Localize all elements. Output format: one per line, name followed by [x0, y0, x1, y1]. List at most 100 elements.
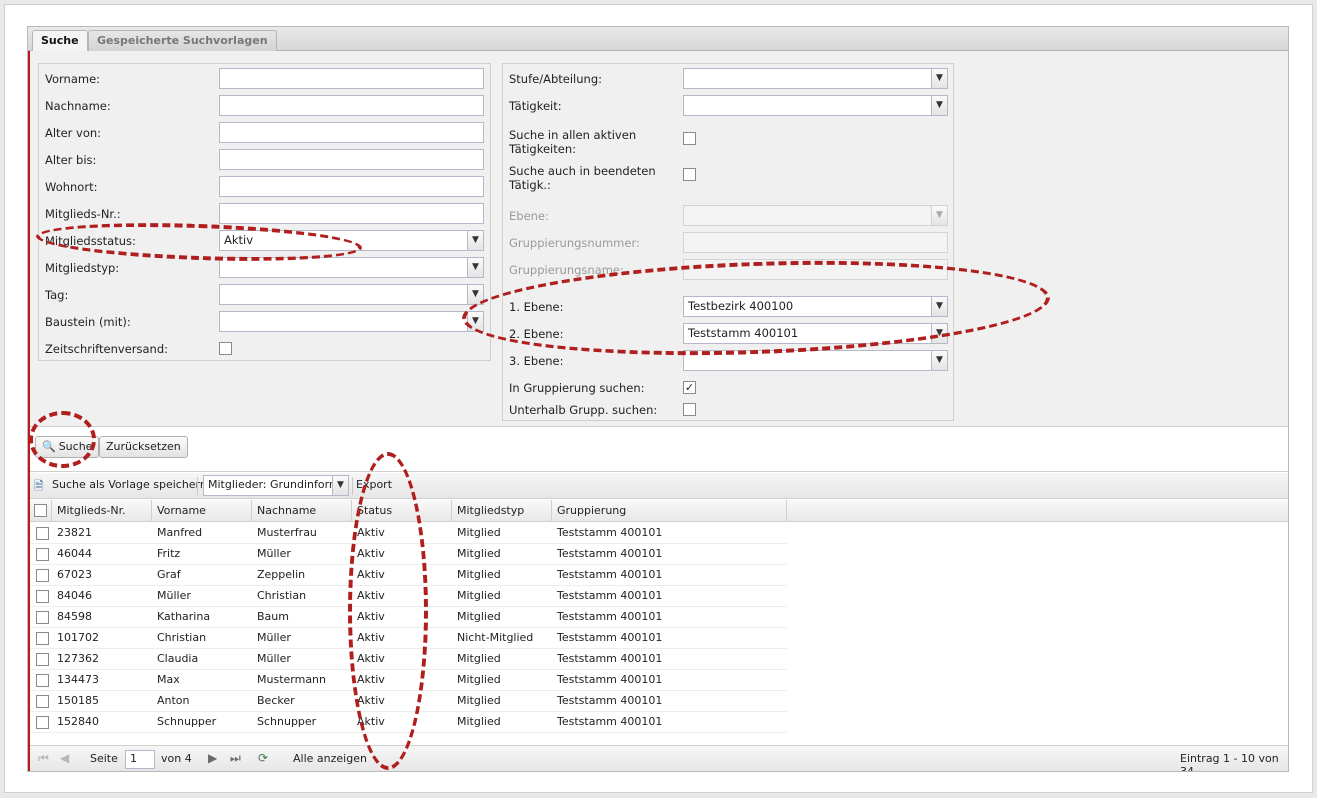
- row-checkbox[interactable]: [36, 674, 49, 687]
- tag-label: Tag:: [45, 288, 69, 302]
- table-row[interactable]: 84046 Müller Christian Aktiv Mitglied Teststa…: [30, 586, 787, 607]
- save-template-icon[interactable]: 🗎: [34, 477, 44, 498]
- cell-mitgliedstyp: Mitglied: [457, 673, 501, 686]
- unterhalb-checkbox[interactable]: [683, 403, 696, 416]
- search-form: Vorname: Nachname: Alter von: Alter bis:…: [30, 51, 1288, 427]
- last-page-icon[interactable]: ⏭: [230, 751, 241, 766]
- chevron-down-icon[interactable]: ▼: [467, 312, 483, 331]
- ebene1-select[interactable]: Testbezirk 400100 ▼: [683, 296, 948, 317]
- page-number-input[interactable]: 1: [125, 750, 155, 769]
- alle-aktiven-checkbox[interactable]: [683, 132, 696, 145]
- in-gruppierung-checkbox[interactable]: ✓: [683, 381, 696, 394]
- cell-nachname: Christian: [257, 589, 307, 602]
- tab-suche[interactable]: Suche: [32, 30, 88, 52]
- column-header-mitglieds-nr[interactable]: Mitglieds-Nr.: [52, 500, 152, 522]
- tab-gespeicherte-suchvorlagen[interactable]: Gespeicherte Suchvorlagen: [88, 30, 277, 51]
- seite-label: Seite: [90, 752, 118, 765]
- row-checkbox[interactable]: [36, 590, 49, 603]
- cell-vorname: Anton: [157, 694, 190, 707]
- chevron-down-icon[interactable]: ▼: [467, 285, 483, 304]
- column-header-vorname[interactable]: Vorname: [152, 500, 252, 522]
- column-header-nachname[interactable]: Nachname: [252, 500, 352, 522]
- suche-button-label: Suche: [58, 440, 93, 453]
- cell-status: Aktiv: [357, 673, 385, 686]
- row-checkbox[interactable]: [36, 569, 49, 582]
- suche-button[interactable]: 🔍 Suche: [35, 436, 100, 458]
- column-header-status[interactable]: Status: [352, 500, 452, 522]
- table-row[interactable]: 23821 Manfred Musterfrau Aktiv Mitglied Tests…: [30, 523, 787, 544]
- chevron-down-icon[interactable]: ▼: [332, 476, 348, 495]
- mitgliedstyp-select[interactable]: ▼: [219, 257, 484, 278]
- table-row[interactable]: 150185 Anton Becker Aktiv Mitglied Teststamm …: [30, 691, 787, 712]
- chevron-down-icon[interactable]: ▼: [467, 231, 483, 250]
- refresh-icon[interactable]: ⟳: [258, 751, 268, 765]
- ebene3-select[interactable]: ▼: [683, 350, 948, 371]
- alle-anzeigen-button[interactable]: Alle anzeigen: [293, 752, 367, 765]
- cell-mitglieds-nr: 127362: [57, 652, 99, 665]
- chevron-down-icon[interactable]: ▼: [467, 258, 483, 277]
- cell-gruppierung: Teststamm 400101: [557, 631, 663, 644]
- cell-mitgliedstyp: Nicht-Mitglied: [457, 631, 534, 644]
- mitglieds-nr-input[interactable]: [219, 203, 484, 224]
- mitgliedstyp-label: Mitgliedstyp:: [45, 261, 120, 275]
- view-select[interactable]: Mitglieder: Grundinforr ▼: [203, 475, 349, 496]
- baustein-select[interactable]: ▼: [219, 311, 484, 332]
- prev-page-icon[interactable]: ◀: [60, 751, 69, 765]
- ebene-select: ▼: [683, 205, 948, 226]
- taetigkeit-select[interactable]: ▼: [683, 95, 948, 116]
- tag-select[interactable]: ▼: [219, 284, 484, 305]
- select-all-checkbox[interactable]: [34, 504, 47, 517]
- table-row[interactable]: 127362 Claudia Müller Aktiv Mitglied Teststam…: [30, 649, 787, 670]
- row-checkbox[interactable]: [36, 527, 49, 540]
- ebene1-label: 1. Ebene:: [509, 300, 564, 314]
- export-button[interactable]: Export: [356, 478, 392, 491]
- row-checkbox[interactable]: [36, 611, 49, 624]
- wohnort-input[interactable]: [219, 176, 484, 197]
- table-row[interactable]: 67023 Graf Zeppelin Aktiv Mitglied Teststamm …: [30, 565, 787, 586]
- next-page-icon[interactable]: ▶: [208, 751, 217, 765]
- cell-status: Aktiv: [357, 631, 385, 644]
- cell-mitgliedstyp: Mitglied: [457, 568, 501, 581]
- alter-von-input[interactable]: [219, 122, 484, 143]
- cell-vorname: Manfred: [157, 526, 203, 539]
- table-row[interactable]: 101702 Christian Müller Aktiv Nicht-Mitglied…: [30, 628, 787, 649]
- column-header-mitgliedstyp[interactable]: Mitgliedstyp: [452, 500, 552, 522]
- cell-gruppierung: Teststamm 400101: [557, 526, 663, 539]
- first-page-icon[interactable]: ⏮: [38, 751, 49, 766]
- chevron-down-icon[interactable]: ▼: [931, 324, 947, 343]
- gruppierungsnummer-label: Gruppierungsnummer:: [509, 236, 640, 250]
- vorname-input[interactable]: [219, 68, 484, 89]
- cell-nachname: Zeppelin: [257, 568, 306, 581]
- ebene2-select[interactable]: Teststamm 400101 ▼: [683, 323, 948, 344]
- chevron-down-icon[interactable]: ▼: [931, 96, 947, 115]
- table-row[interactable]: 46044 Fritz Müller Aktiv Mitglied Teststamm 4…: [30, 544, 787, 565]
- nachname-input[interactable]: [219, 95, 484, 116]
- row-checkbox[interactable]: [36, 695, 49, 708]
- table-row[interactable]: 134473 Max Mustermann Aktiv Mitglied Teststam…: [30, 670, 787, 691]
- chevron-down-icon[interactable]: ▼: [931, 297, 947, 316]
- table-row[interactable]: 152840 Schnupper Schnupper Aktiv Mitglied Tes…: [30, 712, 787, 733]
- save-template-button[interactable]: Suche als Vorlage speichern: [52, 478, 207, 491]
- row-checkbox[interactable]: [36, 716, 49, 729]
- mitgliedsstatus-value: Aktiv: [224, 233, 254, 247]
- cell-vorname: Graf: [157, 568, 181, 581]
- zuruecksetzen-button[interactable]: Zurücksetzen: [99, 436, 188, 458]
- stufe-select[interactable]: ▼: [683, 68, 948, 89]
- cell-status: Aktiv: [357, 526, 385, 539]
- row-checkbox[interactable]: [36, 548, 49, 561]
- chevron-down-icon[interactable]: ▼: [931, 69, 947, 88]
- zeitschriftenversand-checkbox[interactable]: [219, 342, 232, 355]
- cell-status: Aktiv: [357, 568, 385, 581]
- row-checkbox[interactable]: [36, 653, 49, 666]
- unterhalb-label: Unterhalb Grupp. suchen:: [509, 403, 658, 417]
- beendeten-checkbox[interactable]: [683, 168, 696, 181]
- column-header-gruppierung[interactable]: Gruppierung: [552, 500, 787, 522]
- mitgliedsstatus-select[interactable]: Aktiv ▼: [219, 230, 484, 251]
- table-row[interactable]: 84598 Katharina Baum Aktiv Mitglied Teststamm…: [30, 607, 787, 628]
- alter-bis-input[interactable]: [219, 149, 484, 170]
- grid-header: Mitglieds-Nr. Vorname Nachname Status Mi…: [30, 500, 1288, 522]
- cell-gruppierung: Teststamm 400101: [557, 694, 663, 707]
- row-checkbox[interactable]: [36, 632, 49, 645]
- page-count-label: von 4: [161, 752, 192, 765]
- chevron-down-icon[interactable]: ▼: [931, 351, 947, 370]
